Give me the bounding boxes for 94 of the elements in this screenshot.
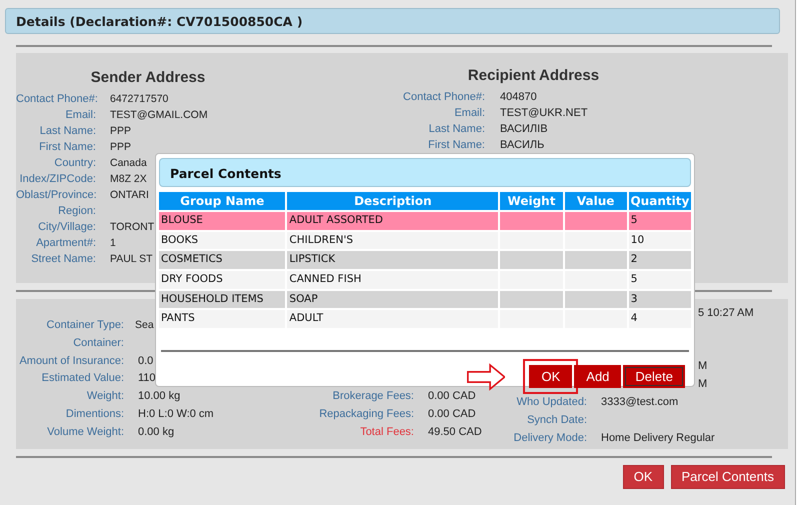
table-cell-text: LIPSTICK: [289, 253, 336, 266]
column-header: Description: [287, 192, 498, 210]
field-label: Email:: [64, 108, 96, 123]
field-label: Email:: [453, 106, 485, 121]
field-label: Estimated Value:: [40, 371, 124, 386]
field-value: TEST@UKR.NET: [499, 106, 588, 121]
field-label: Synch Date:: [526, 412, 587, 428]
table-cell-text: 10: [630, 234, 644, 246]
field-value: 0.00 kg: [137, 424, 174, 440]
table-cell-text: ADULT: [289, 312, 324, 324]
field-value: PPP: [109, 124, 132, 139]
field-value: ВАСИЛЬ: [499, 138, 544, 153]
field-label: Last Name:: [38, 124, 96, 139]
field-label: First Name:: [38, 140, 96, 155]
field-value: 404870: [499, 90, 537, 105]
field-value: 110: [137, 371, 156, 386]
column-header: Quantity: [628, 192, 691, 210]
table-row[interactable]: PANTS ADULT 4: [159, 310, 691, 328]
table-cell-text: BLOUSE: [161, 214, 203, 226]
field-label: Street Name:: [30, 252, 96, 267]
field-label: Delivery Mode:: [512, 430, 587, 446]
field-value: PAUL ST: [109, 252, 153, 267]
field-label: Last Name:: [428, 122, 485, 137]
field-value: 1: [109, 236, 116, 251]
table-cell-text: CANNED FISH: [289, 273, 362, 286]
field-label: Country:: [53, 156, 96, 171]
table-cell-text: 3: [630, 292, 638, 305]
field-value: 49.50 CAD: [427, 424, 482, 440]
table-cell-text: ADULT ASSORTED: [289, 214, 383, 226]
field-label: Brokerage Fees:: [332, 389, 414, 404]
field-value: M: [698, 377, 708, 392]
dialog-button[interactable]: OK: [622, 465, 664, 489]
field-value: TEST@GMAIL.COM: [109, 108, 208, 123]
field-value: Canada: [109, 156, 147, 171]
column-header: Weight: [500, 192, 563, 210]
modal-button[interactable]: Delete: [623, 365, 685, 388]
field-value: 10.00 kg: [137, 389, 180, 404]
field-value: PPP: [109, 140, 132, 155]
field-value: ВАСИЛІВ: [499, 122, 548, 137]
field-value: 0.0: [137, 354, 154, 369]
table-row[interactable]: BOOKS CHILDREN'S 10: [159, 232, 691, 250]
field-label: Weight:: [86, 389, 124, 404]
table-cell-text: CHILDREN'S: [289, 234, 354, 246]
table-row[interactable]: BLOUSE ADULT ASSORTED 5: [159, 212, 691, 230]
modal-title: Parcel Contents: [159, 158, 691, 187]
table-cell-text: 2: [630, 253, 638, 266]
table-cell-text: DRY FOODS: [161, 273, 223, 286]
field-label: Contact Phone#:: [16, 92, 96, 107]
field-value: 0.00 CAD: [427, 389, 476, 404]
field-label: Oblast/Province:: [16, 188, 96, 203]
field-label: Index/ZIPCode:: [18, 172, 96, 187]
field-value: 6472717570: [109, 92, 168, 107]
field-label: Dimentions:: [64, 406, 124, 422]
table-cell-text: COSMETICS: [161, 253, 222, 266]
field-label: Container Type:: [46, 318, 124, 333]
table-cell-text: BOOKS: [161, 234, 198, 246]
field-value: ONTARI: [109, 188, 149, 203]
field-value: TORONT: [109, 220, 154, 235]
field-label: Apartment#:: [35, 236, 96, 251]
table-cell-text: 5: [630, 273, 638, 286]
dialog-title: Details (Declaration#: CV701500850CA ): [5, 8, 780, 34]
field-value: M: [698, 359, 708, 374]
table-row[interactable]: HOUSEHOLD ITEMS SOAP 3: [159, 290, 691, 308]
field-label: Contact Phone#:: [402, 90, 485, 105]
field-value: H:0 L:0 W:0 cm: [137, 406, 214, 422]
table-cell-text: 5: [630, 214, 638, 226]
table-cell-text: SOAP: [289, 292, 318, 305]
table-row[interactable]: COSMETICS LIPSTICK 2: [159, 251, 691, 270]
table-cell-text: PANTS: [161, 312, 195, 324]
field-label: City/Village:: [37, 220, 96, 235]
field-label: Repackaging Fees:: [318, 406, 414, 422]
field-value: 3333@test.com: [600, 394, 678, 410]
modal-button[interactable]: Add: [574, 365, 622, 388]
field-label: Total Fees:: [359, 424, 414, 440]
field-value: Home Delivery Regular: [600, 430, 715, 446]
section-heading: Recipient Address: [466, 66, 600, 86]
table-row[interactable]: DRY FOODS CANNED FISH 5: [159, 271, 691, 289]
field-label: First Name:: [427, 138, 485, 153]
field-value: Sea: [134, 318, 154, 333]
field-value: M8Z 2X: [109, 172, 147, 187]
column-header: Value: [564, 192, 627, 210]
field-value: 0.00 CAD: [427, 406, 476, 422]
column-header: Group Name: [159, 192, 286, 210]
dialog-button[interactable]: Parcel Contents: [670, 465, 785, 489]
field-label: Who Updated:: [516, 394, 587, 410]
field-label: Amount of Insurance:: [18, 354, 124, 369]
field-value: 5 10:27 AM: [698, 306, 754, 321]
table-cell-text: HOUSEHOLD ITEMS: [161, 292, 264, 305]
field-label: Region:: [57, 204, 96, 219]
table-cell-text: 4: [630, 312, 638, 324]
field-label: Volume Weight:: [46, 424, 124, 440]
field-label: Container:: [72, 336, 124, 351]
modal-button[interactable]: OK: [529, 365, 572, 388]
section-heading: Sender Address: [90, 68, 206, 88]
